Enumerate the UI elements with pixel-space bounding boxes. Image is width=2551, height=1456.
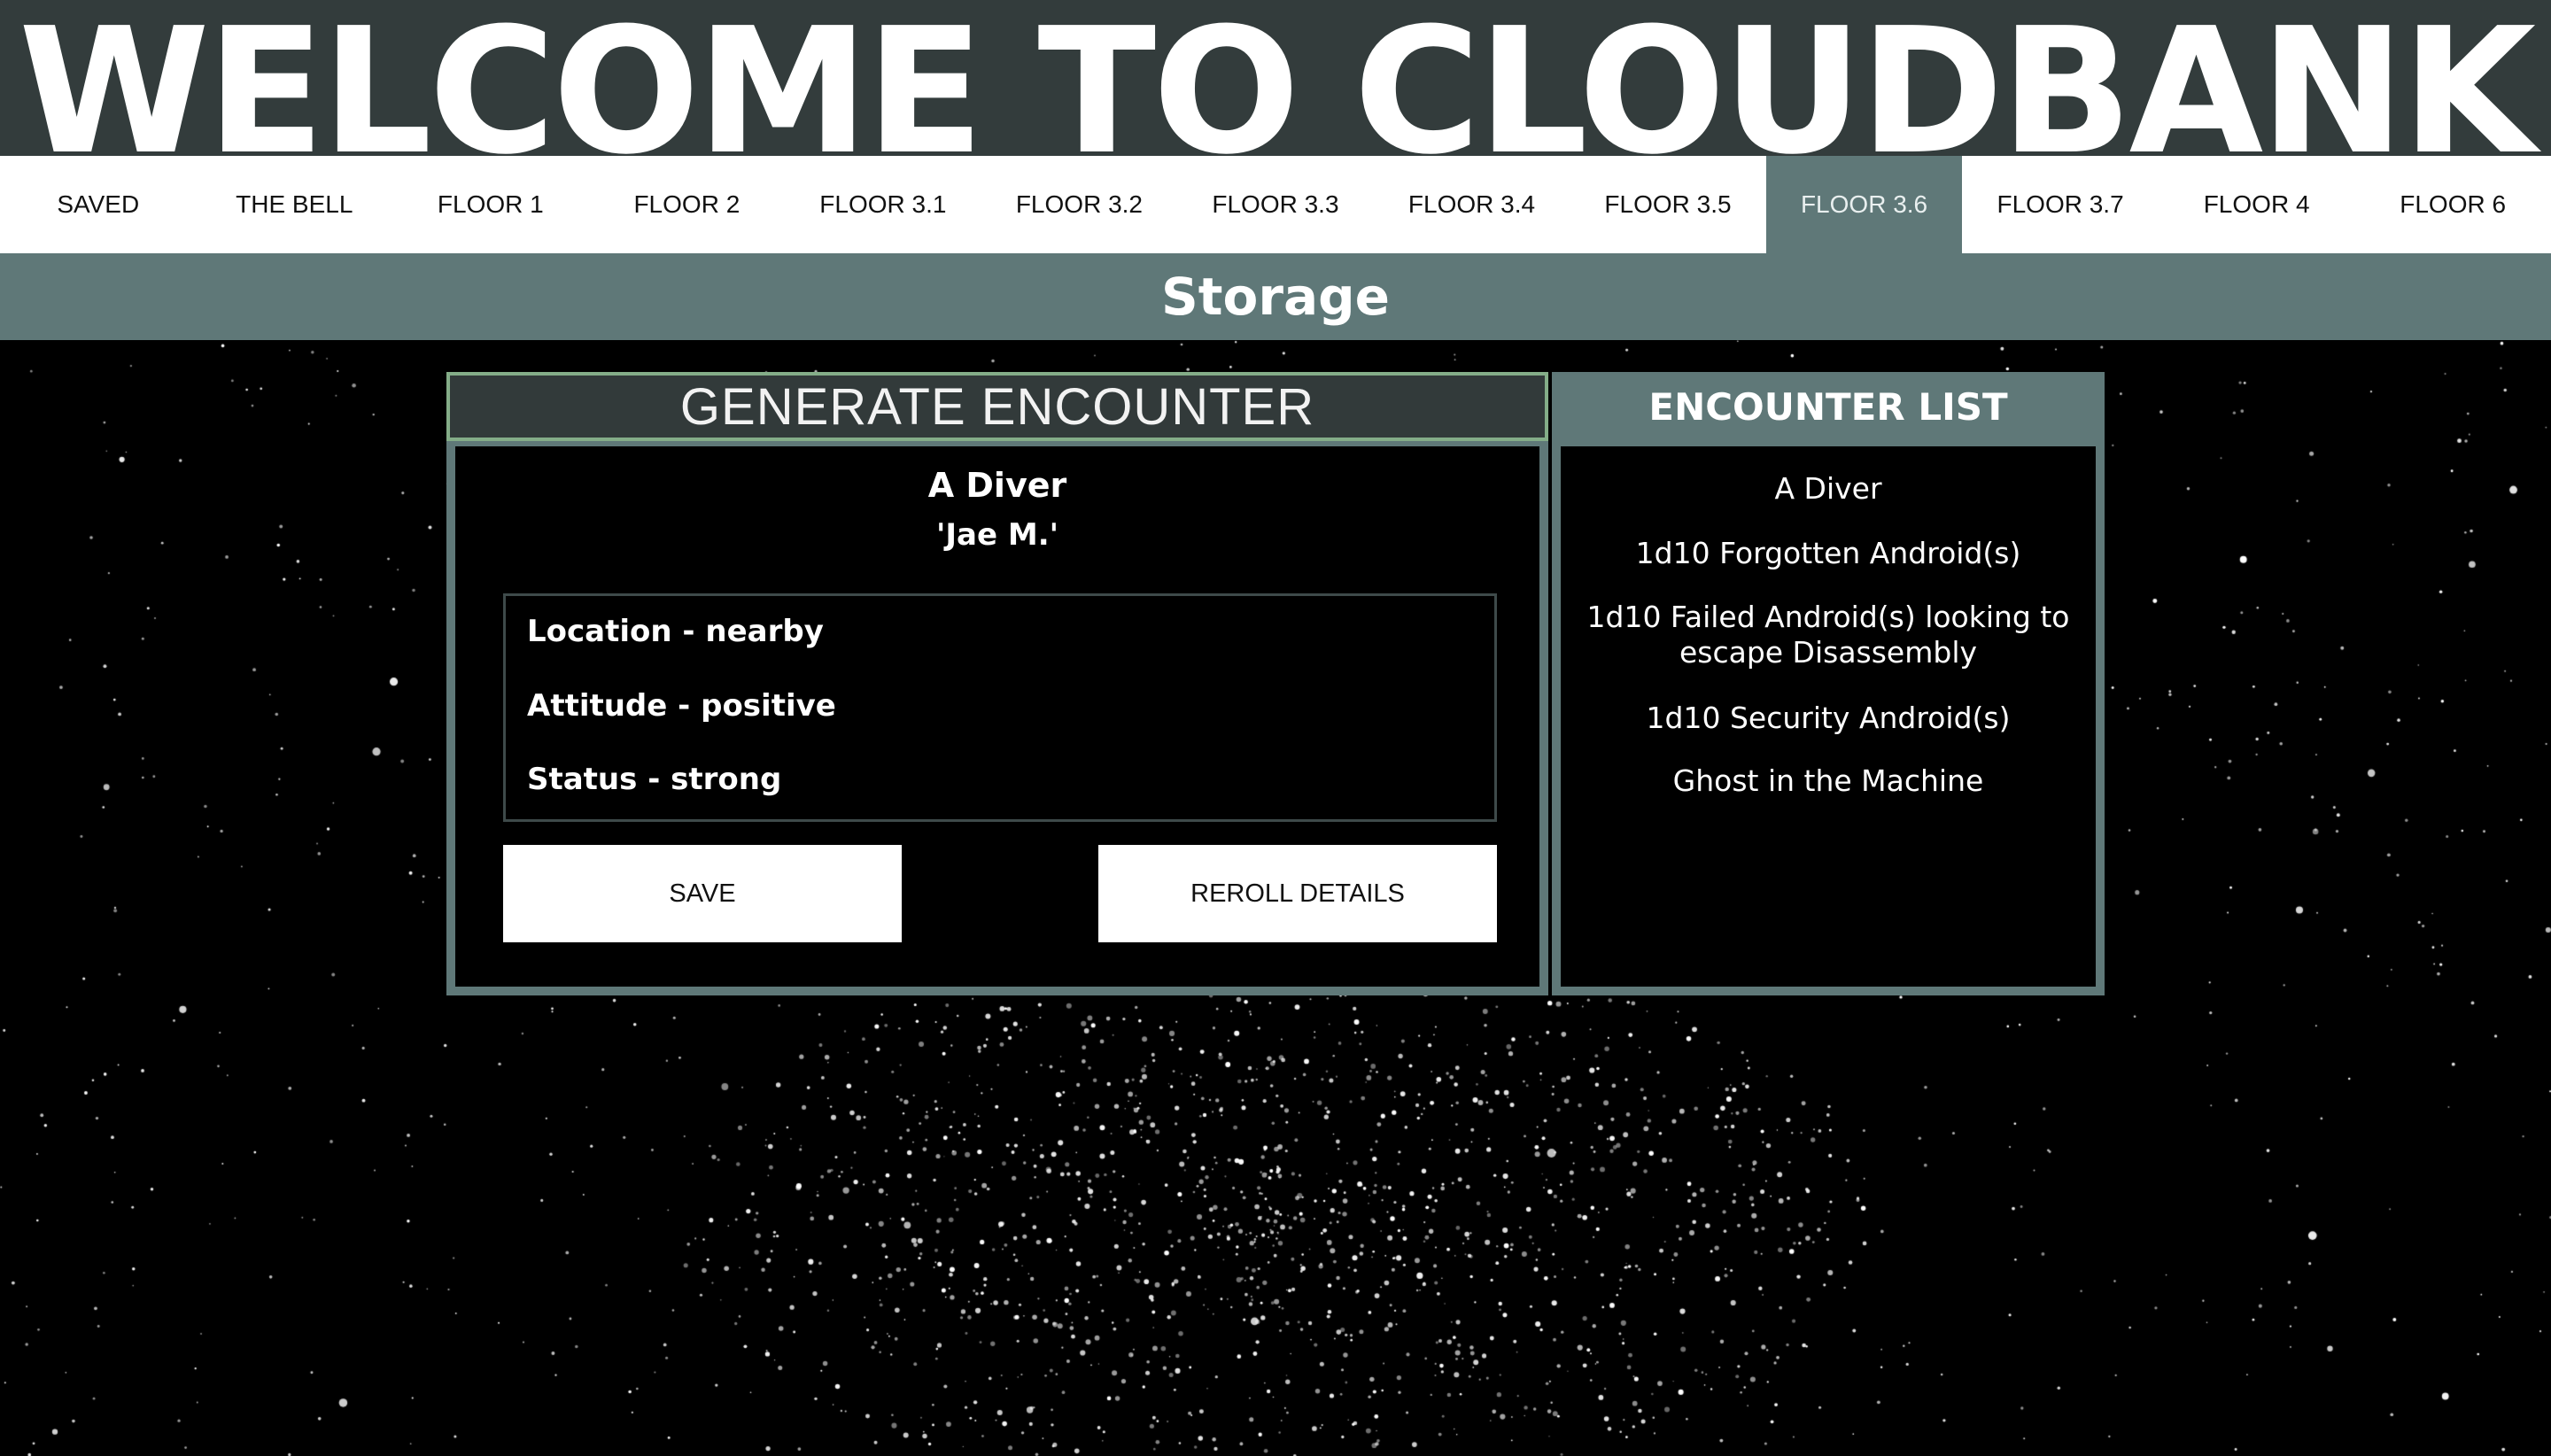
section-header: Storage [0, 253, 2551, 340]
encounter-name: A Diver [927, 466, 1067, 505]
list-item[interactable]: A Diver [1578, 471, 2078, 507]
detail-status: Status - strong [527, 762, 782, 797]
tab-floor-3-5[interactable]: FLOOR 3.5 [1570, 156, 1766, 253]
tab-floor-3-3[interactable]: FLOOR 3.3 [1177, 156, 1374, 253]
tab-floor-3-4[interactable]: FLOOR 3.4 [1374, 156, 1570, 253]
encounter-list-header: ENCOUNTER LIST [1552, 372, 2105, 441]
encounter-subtitle: 'Jae M.' [935, 517, 1059, 553]
list-item[interactable]: Ghost in the Machine [1578, 763, 2078, 799]
encounter-details-box: Location - nearby Attitude - positive St… [503, 593, 1497, 822]
tab-floor-3-7[interactable]: FLOOR 3.7 [1962, 156, 2159, 253]
tab-floor-3-6[interactable]: FLOOR 3.6 [1765, 156, 1963, 253]
hero-banner: WELCOME TO CLOUDBANK [0, 0, 2551, 156]
generate-encounter-header[interactable]: GENERATE ENCOUNTER [446, 372, 1548, 441]
list-item[interactable]: 1d10 Failed Android(s) looking to escape… [1578, 600, 2078, 670]
tab-floor-3-1[interactable]: FLOOR 3.1 [785, 156, 981, 253]
detail-attitude: Attitude - positive [527, 688, 836, 724]
tab-floor-1[interactable]: FLOOR 1 [392, 156, 589, 253]
tab-floor-6[interactable]: FLOOR 6 [2354, 156, 2551, 253]
page-title: Storage [1161, 267, 1390, 327]
list-item[interactable]: 1d10 Security Android(s) [1578, 701, 2078, 736]
tab-the-bell[interactable]: THE BELL [197, 156, 393, 253]
generate-encounter-label: GENERATE ENCOUNTER [679, 377, 1315, 436]
save-button[interactable]: SAVE [503, 845, 902, 942]
encounter-list-title: ENCOUNTER LIST [1648, 384, 2008, 429]
encounter-result-panel: A Diver 'Jae M.' Location - nearby Attit… [446, 441, 1548, 995]
reroll-details-button[interactable]: REROLL DETAILS [1098, 845, 1497, 942]
encounter-list: A Diver 1d10 Forgotten Android(s) 1d10 F… [1552, 441, 2105, 995]
tab-floor-3-2[interactable]: FLOOR 3.2 [981, 156, 1178, 253]
detail-location: Location - nearby [527, 614, 824, 649]
tab-floor-4[interactable]: FLOOR 4 [2159, 156, 2355, 253]
site-title: WELCOME TO CLOUDBANK [18, 0, 2536, 156]
list-item[interactable]: 1d10 Forgotten Android(s) [1578, 536, 2078, 571]
tab-saved[interactable]: SAVED [0, 156, 197, 253]
floor-nav: SAVED THE BELL FLOOR 1 FLOOR 2 FLOOR 3.1… [0, 156, 2551, 253]
tab-floor-2[interactable]: FLOOR 2 [589, 156, 786, 253]
